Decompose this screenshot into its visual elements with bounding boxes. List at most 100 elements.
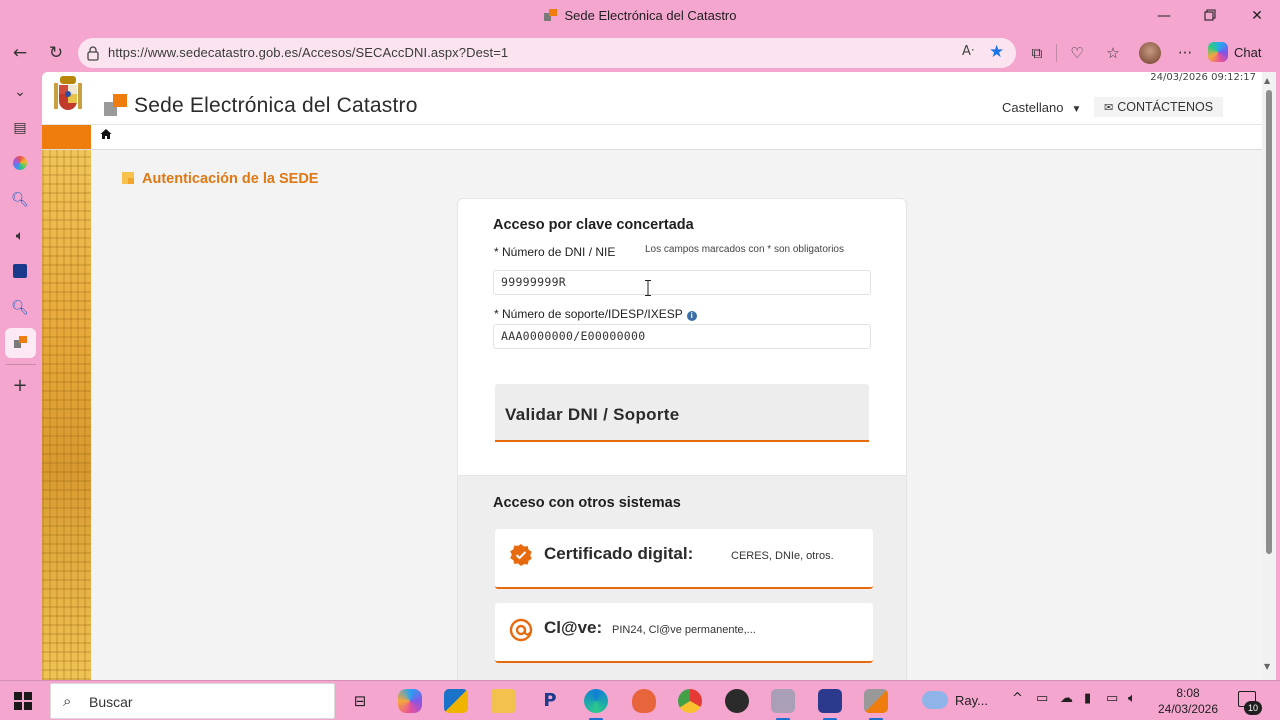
more-icon[interactable]: ··· <box>1172 41 1198 65</box>
scroll-up-icon[interactable]: ▲ <box>1264 76 1270 85</box>
catastro-favicon-icon <box>543 9 557 22</box>
network-icon[interactable]: ▭ <box>1106 691 1118 706</box>
page-viewport: 24/03/2026 09:12:17 Sede Electrónica del… <box>42 72 1276 680</box>
catastro-window-icon[interactable] <box>864 689 888 720</box>
add-icon[interactable]: + <box>8 374 32 398</box>
scrollbar-thumb[interactable] <box>1266 90 1272 554</box>
weather-icon[interactable] <box>922 691 948 709</box>
microphone-icon[interactable]: ▮ <box>1084 691 1091 706</box>
validate-button[interactable]: Validar DNI / Soporte <box>495 384 869 442</box>
navbar-accent <box>42 125 91 149</box>
store-app-icon[interactable] <box>444 689 468 713</box>
certificate-detail: CERES, DNIe, otros. <box>731 550 834 562</box>
address-bar[interactable]: https://www.sedecatastro.gob.es/Accesos/… <box>78 38 1016 68</box>
city-side-image <box>42 150 91 680</box>
section-title: Autenticación de la SEDE <box>122 171 318 187</box>
window-title: Sede Electrónica del Catastro <box>0 8 1280 23</box>
refresh-icon[interactable]: ↻ <box>42 40 70 66</box>
info-icon[interactable]: i <box>686 311 697 321</box>
collections-icon[interactable]: ▤ <box>8 116 32 140</box>
clave-option[interactable]: Cl@ve: PIN24, Cl@ve permanente,... <box>495 603 873 663</box>
window-title-bar: Sede Electrónica del Catastro — ✕ <box>0 0 1280 34</box>
copilot-app-icon[interactable] <box>398 689 422 713</box>
chat-label: Chat <box>1234 45 1262 60</box>
scroll-down-icon[interactable]: ▼ <box>1264 662 1270 671</box>
colorful-app-icon[interactable] <box>8 152 32 176</box>
site-info-icon[interactable] <box>86 45 100 61</box>
app-icon[interactable] <box>632 689 656 713</box>
speaker-icon[interactable]: 🔈︎ <box>8 224 32 248</box>
profile-avatar[interactable] <box>1139 42 1161 64</box>
sidebar-divider <box>6 364 36 365</box>
search-icon: ⌕ <box>63 692 72 710</box>
language-selector[interactable]: Castellano ▼ <box>1002 100 1081 115</box>
digital-certificate-option[interactable]: Certificado digital: CERES, DNIe, otros. <box>495 529 873 589</box>
clave-detail: PIN24, Cl@ve permanente,... <box>612 624 756 636</box>
taskbar-search[interactable]: ⌕ Buscar <box>50 683 335 719</box>
tab-actions-icon[interactable]: ⌄ <box>8 80 32 104</box>
taskbar-clock[interactable]: 8:08 24/03/2026 <box>1150 685 1226 717</box>
task-view-icon[interactable]: ⊟ <box>348 689 372 713</box>
read-aloud-icon[interactable]: Aᐧ <box>962 44 974 59</box>
app-icon[interactable] <box>8 260 32 284</box>
datetime: 24/03/2026 09:12:17 <box>42 72 1262 86</box>
soporte-input[interactable]: AAA0000000/E00000000 <box>493 324 871 349</box>
contact-label: CONTÁCTENOS <box>1117 100 1214 114</box>
language-label: Castellano <box>1002 100 1064 115</box>
clock-time: 8:08 <box>1176 686 1200 700</box>
search-icon[interactable]: 🔍︎ <box>8 188 32 212</box>
required-note: Los campos marcados con * son obligatori… <box>645 244 844 255</box>
restore-button[interactable] <box>1187 4 1233 30</box>
other-systems-heading: Acceso con otros sistemas <box>493 495 681 511</box>
volume-icon[interactable]: 🔈︎ <box>1128 691 1136 706</box>
clave-title: Cl@ve: <box>544 618 603 637</box>
tray-app-icon[interactable]: ▭ <box>1036 691 1048 706</box>
browser-sidebar: ⌄ ▤ 🔍︎ 🔈︎ 🔍︎ + <box>0 72 42 680</box>
close-button[interactable]: ✕ <box>1234 4 1280 30</box>
clock-date: 24/03/2026 <box>1157 702 1219 716</box>
taskbar-search-placeholder: Buscar <box>89 694 133 710</box>
extensions-icon[interactable]: ⧉ <box>1024 41 1050 65</box>
clave-at-icon <box>509 618 533 642</box>
site-navbar <box>42 124 1262 150</box>
url-text: https://www.sedecatastro.gob.es/Accesos/… <box>108 45 509 60</box>
catastro-logo-icon <box>104 94 128 118</box>
page-scrollbar[interactable]: ▲ ▼ <box>1262 72 1276 680</box>
edge-browser-icon[interactable] <box>584 689 608 720</box>
windows-start-icon[interactable] <box>14 692 32 710</box>
contact-button[interactable]: ✉ CONTÁCTENOS <box>1094 97 1224 117</box>
clave-concertada-heading: Acceso por clave concertada <box>493 217 694 233</box>
file-explorer-icon[interactable] <box>491 689 515 713</box>
copilot-chat-button[interactable]: Chat <box>1208 42 1261 64</box>
chrome-browser-icon[interactable] <box>678 689 702 713</box>
certificate-badge-icon <box>510 544 532 566</box>
toolbar-divider <box>1056 44 1057 62</box>
app-window-icon[interactable] <box>818 689 842 720</box>
window-title-text: Sede Electrónica del Catastro <box>564 8 737 23</box>
soporte-label-text: * Número de soporte/IDESP/IXESP <box>494 307 683 321</box>
tray-cloud-icon[interactable]: ☁ <box>1060 691 1073 706</box>
browser-essentials-icon[interactable]: ♡ <box>1064 41 1090 65</box>
minimize-button[interactable]: — <box>1141 4 1187 30</box>
text-cursor-icon <box>645 280 651 296</box>
paypal-app-icon[interactable]: P <box>538 689 562 713</box>
favorite-star-icon[interactable]: ★ <box>989 42 1004 62</box>
chevron-up-icon[interactable]: ^ <box>1012 691 1023 706</box>
site-header: 24/03/2026 09:12:17 Sede Electrónica del… <box>42 72 1262 124</box>
app-icon[interactable] <box>725 689 749 713</box>
favorites-icon[interactable]: ☆ <box>1100 41 1126 65</box>
envelope-icon: ✉ <box>1104 102 1114 114</box>
copilot-icon <box>1208 42 1228 62</box>
weather-label[interactable]: Ray... <box>955 693 988 708</box>
home-icon[interactable] <box>100 128 112 144</box>
search-icon[interactable]: 🔍︎ <box>8 296 32 320</box>
app-window-icon[interactable] <box>771 689 795 720</box>
dni-input[interactable]: 99999999R <box>493 270 871 295</box>
coat-of-arms-icon <box>54 76 82 110</box>
back-icon[interactable]: ← <box>6 40 34 66</box>
notifications-badge: 10 <box>1244 701 1262 715</box>
certificate-title: Certificado digital: <box>544 544 694 563</box>
catastro-tab-icon[interactable] <box>5 328 36 358</box>
site-title: Sede Electrónica del Catastro <box>134 94 418 117</box>
section-title-text: Autenticación de la SEDE <box>142 171 319 187</box>
